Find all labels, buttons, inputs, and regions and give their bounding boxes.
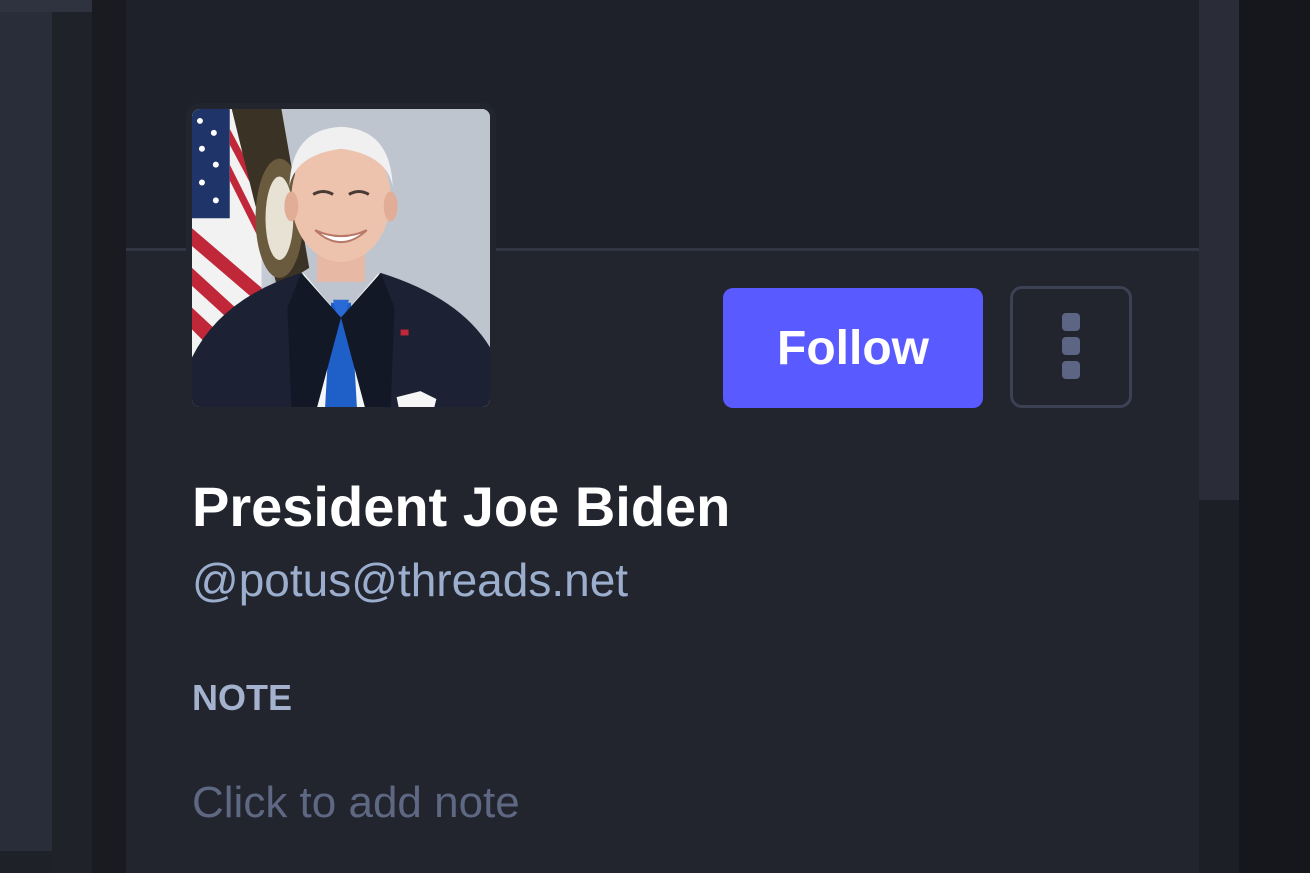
display-name: President Joe Biden xyxy=(192,475,731,538)
background-gutter xyxy=(92,0,126,873)
background-column xyxy=(1199,0,1239,500)
background-column xyxy=(52,12,92,873)
more-options-button[interactable] xyxy=(1010,286,1132,408)
account-handle: @potus@threads.net xyxy=(192,554,629,606)
avatar[interactable] xyxy=(186,103,496,413)
avatar-portrait xyxy=(192,109,490,407)
note-label: NOTE xyxy=(192,677,293,718)
background-column xyxy=(1199,500,1239,873)
note-input[interactable]: Click to add note xyxy=(192,778,520,828)
app-window: Follow President Joe Biden @potus@thread… xyxy=(0,0,1310,873)
vertical-ellipsis-icon xyxy=(1062,313,1080,379)
background-column xyxy=(0,0,52,873)
background-strip xyxy=(0,851,52,873)
dot xyxy=(1062,313,1080,331)
background-gutter xyxy=(1239,0,1310,873)
dot xyxy=(1062,361,1080,379)
dot xyxy=(1062,337,1080,355)
profile-card: Follow President Joe Biden @potus@thread… xyxy=(126,0,1199,873)
background-strip xyxy=(0,0,92,12)
follow-button[interactable]: Follow xyxy=(723,288,983,408)
